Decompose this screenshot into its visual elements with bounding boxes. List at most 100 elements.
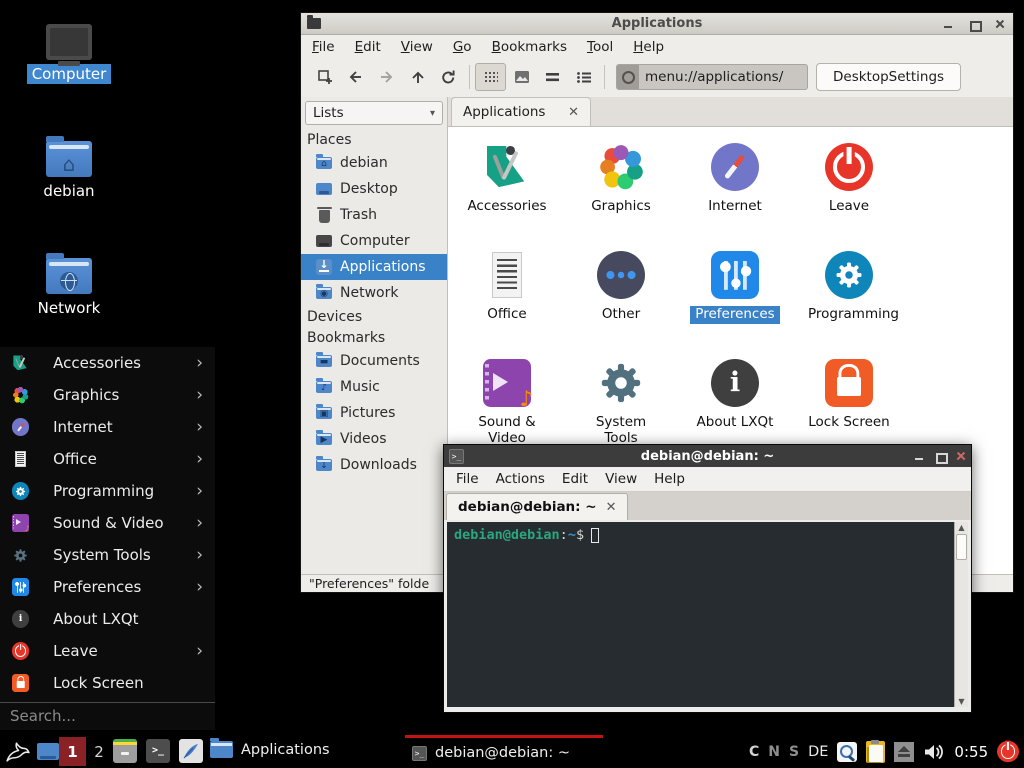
app-item-leave[interactable]: Leave (792, 134, 906, 242)
terminal-titlebar[interactable]: >_ debian@debian: ~ (444, 445, 971, 467)
app-item-about-lxqt[interactable]: About LXQt (678, 350, 792, 458)
desktop-icon-network[interactable]: Network (23, 258, 115, 318)
menu-item-lock-screen[interactable]: Lock Screen (0, 667, 215, 699)
app-item-system-tools[interactable]: System Tools (564, 350, 678, 458)
icon-view-button[interactable] (475, 63, 506, 91)
detailed-list-button[interactable] (568, 63, 599, 91)
app-item-accessories[interactable]: Accessories (450, 134, 564, 242)
sidebar-item-network[interactable]: ◉ Network (301, 280, 447, 306)
menu-tool[interactable]: Tool (587, 39, 613, 55)
menu-go[interactable]: Go (453, 39, 472, 55)
terminal-output[interactable]: debian@debian:~$ (447, 522, 954, 707)
menu-item-programming[interactable]: Programming› (0, 475, 215, 507)
sidebar-item-pictures[interactable]: ▣ Pictures (301, 400, 447, 426)
sidebar-item-documents[interactable]: ▬ Documents (301, 348, 447, 374)
fm-titlebar[interactable]: Applications (301, 13, 1013, 35)
sidebar-item-applications[interactable]: ↓ Applications (301, 254, 447, 280)
menu-item-graphics[interactable]: Graphics› (0, 379, 215, 411)
sidebar-item-videos[interactable]: ▶ Videos (301, 426, 447, 452)
menu-item-sound-video[interactable]: Sound & Video› (0, 507, 215, 539)
scroll-up-icon[interactable]: ▲ (955, 523, 968, 532)
fm-sidebar: Lists ▾ Places ⌂ debian Desktop Trash Co… (301, 97, 448, 574)
show-desktop-button[interactable] (37, 743, 59, 760)
menu-search-input[interactable]: Search... (0, 703, 215, 729)
scrollbar-thumb[interactable] (956, 534, 967, 560)
minimize-button[interactable] (941, 17, 955, 31)
desktop-icon-computer[interactable]: Computer (23, 24, 115, 84)
keyboard-layout[interactable]: DE (808, 744, 828, 760)
gear-icon (13, 548, 28, 563)
menu-file[interactable]: File (456, 471, 479, 487)
sidebar-item-debian[interactable]: ⌂ debian (301, 150, 447, 176)
menu-view[interactable]: View (605, 471, 637, 487)
sidebar-item-trash[interactable]: Trash (301, 202, 447, 228)
menu-edit[interactable]: Edit (562, 471, 588, 487)
reload-button[interactable] (433, 63, 464, 91)
quicklaunch-featherpad[interactable] (179, 739, 203, 763)
app-item-sound-video[interactable]: Sound & Video (450, 350, 564, 458)
terminal-scrollbar[interactable]: ▲ ▼ (954, 522, 968, 707)
desktop-icon-debian[interactable]: ⌂ debian (23, 141, 115, 201)
menu-item-office[interactable]: Office› (0, 443, 215, 475)
main-menu-button[interactable] (4, 738, 31, 765)
workspace-1-button[interactable]: 1 (59, 737, 86, 766)
featherpad-icon (179, 739, 203, 763)
address-bar[interactable]: menu://applications/ (616, 64, 808, 90)
chevron-down-icon: ▾ (430, 108, 435, 119)
back-button[interactable] (340, 63, 371, 91)
app-item-programming[interactable]: Programming (792, 242, 906, 350)
desktop-settings-button[interactable]: DesktopSettings (816, 63, 961, 91)
terminal-tab[interactable]: debian@debian: ~ ✕ (446, 493, 628, 520)
maximize-button[interactable] (967, 17, 981, 31)
thumbnail-view-button[interactable] (506, 63, 537, 91)
up-button[interactable] (402, 63, 433, 91)
compact-view-button[interactable] (537, 63, 568, 91)
app-item-lock-screen[interactable]: Lock Screen (792, 350, 906, 458)
clock[interactable]: 0:55 (954, 743, 988, 761)
power-button[interactable] (997, 741, 1019, 763)
menu-actions[interactable]: Actions (496, 471, 545, 487)
menu-item-accessories[interactable]: Accessories› (0, 347, 215, 379)
sidebar-header-places: Places (301, 129, 447, 150)
app-item-other[interactable]: Other (564, 242, 678, 350)
menu-item-about-lxqt[interactable]: About LXQt (0, 603, 215, 635)
sidebar-item-computer[interactable]: Computer (301, 228, 447, 254)
screenshot-tray-icon[interactable] (837, 742, 857, 762)
sidebar-item-downloads[interactable]: ↓ Downloads (301, 452, 447, 478)
menu-help[interactable]: Help (633, 39, 664, 55)
menu-bookmarks[interactable]: Bookmarks (492, 39, 567, 55)
app-item-preferences[interactable]: Preferences (678, 242, 792, 350)
quicklaunch-terminal[interactable]: >_ (146, 739, 170, 763)
maximize-button[interactable] (933, 449, 945, 463)
menu-edit[interactable]: Edit (355, 39, 381, 55)
tab-close-icon[interactable]: ✕ (568, 106, 579, 119)
app-item-office[interactable]: Office (450, 242, 564, 350)
scroll-down-icon[interactable]: ▼ (955, 697, 968, 706)
tab-applications[interactable]: Applications ✕ (451, 97, 591, 126)
app-item-internet[interactable]: Internet (678, 134, 792, 242)
task-button-terminal[interactable]: >_ debian@debian: ~ (405, 735, 603, 768)
menu-item-internet[interactable]: Internet› (0, 411, 215, 443)
forward-button[interactable] (371, 63, 402, 91)
menu-item-leave[interactable]: Leave› (0, 635, 215, 667)
menu-item-system-tools[interactable]: System Tools› (0, 539, 215, 571)
task-button-applications[interactable]: Applications (210, 741, 330, 758)
sidebar-mode-select[interactable]: Lists ▾ (305, 101, 443, 125)
workspace-2-button[interactable]: 2 (90, 737, 108, 766)
eject-tray-icon[interactable] (894, 742, 914, 762)
clipboard-tray-icon[interactable] (866, 741, 885, 763)
volume-icon[interactable] (923, 743, 945, 761)
new-tab-button[interactable] (309, 63, 340, 91)
close-button[interactable] (954, 449, 966, 463)
menu-file[interactable]: File (312, 39, 335, 55)
menu-item-preferences[interactable]: Preferences› (0, 571, 215, 603)
app-item-graphics[interactable]: Graphics (564, 134, 678, 242)
close-button[interactable] (993, 17, 1007, 31)
sidebar-item-music[interactable]: ♪ Music (301, 374, 447, 400)
sidebar-item-desktop[interactable]: Desktop (301, 176, 447, 202)
minimize-button[interactable] (912, 449, 924, 463)
tab-close-icon[interactable]: ✕ (606, 501, 617, 514)
menu-help[interactable]: Help (654, 471, 685, 487)
quicklaunch-file-manager[interactable] (113, 739, 137, 763)
menu-view[interactable]: View (401, 39, 433, 55)
